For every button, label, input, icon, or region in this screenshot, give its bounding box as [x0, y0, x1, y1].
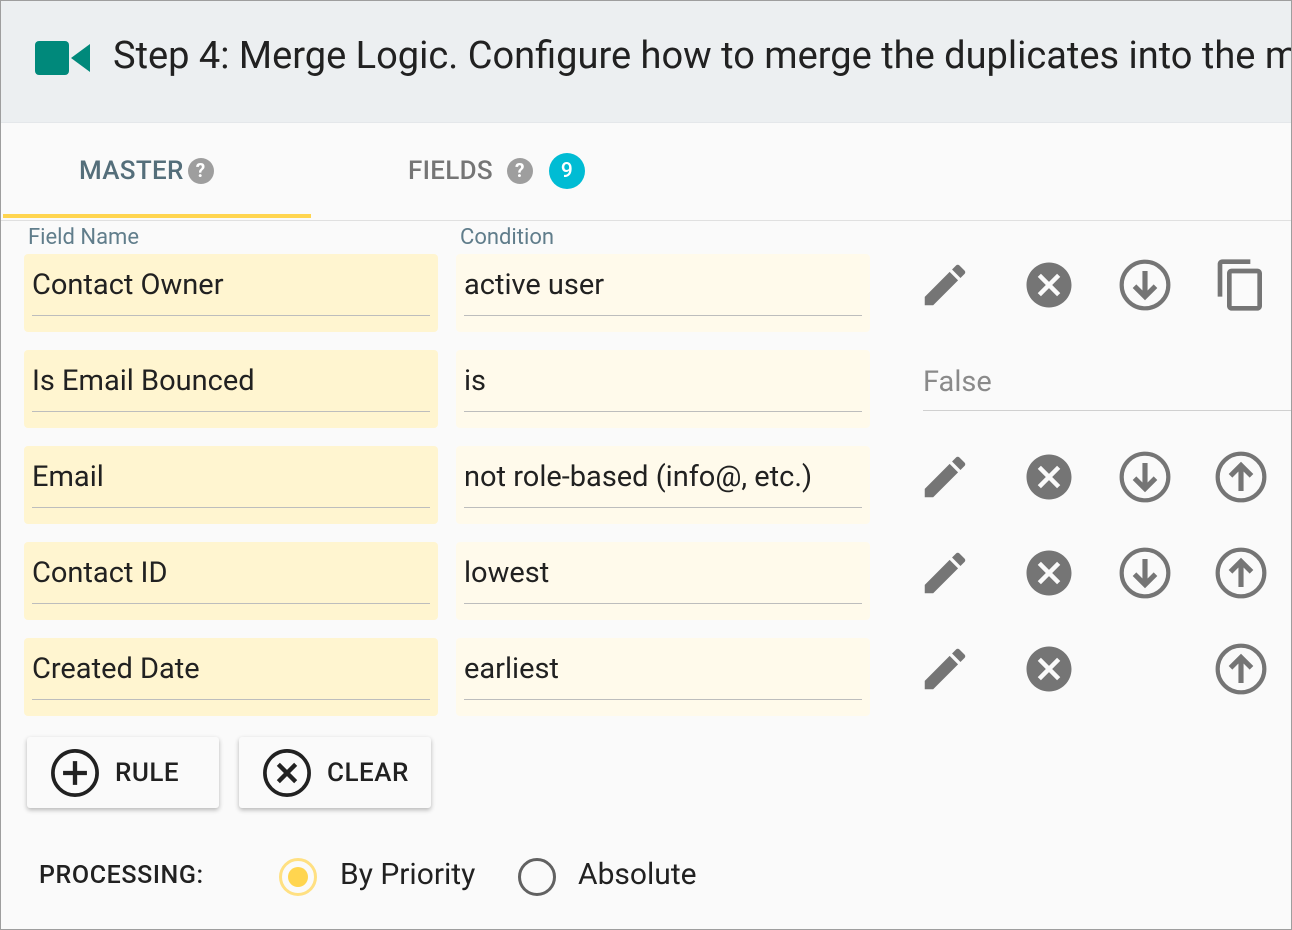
- value-underline: [923, 410, 1291, 411]
- condition-value: not role-based (info@, etc.): [464, 460, 813, 494]
- add-rule-button[interactable]: RULE: [27, 737, 219, 808]
- add-circle-icon: [51, 748, 99, 797]
- merge-logic-panel: Step 4: Merge Logic. Configure how to me…: [0, 0, 1292, 930]
- clear-circle-icon: [263, 748, 311, 797]
- field-name-select[interactable]: Is Email Bounced: [24, 350, 438, 428]
- move-up-icon[interactable]: [1213, 641, 1269, 697]
- field-name-column-label: Field Name: [28, 225, 140, 250]
- condition-select[interactable]: active user: [456, 254, 870, 332]
- tab-master-label: MASTER: [79, 156, 184, 186]
- field-name-value: Contact Owner: [32, 268, 224, 302]
- remove-icon[interactable]: [1021, 545, 1077, 601]
- move-up-icon[interactable]: [1213, 449, 1269, 505]
- clear-label: CLEAR: [327, 757, 409, 788]
- add-rule-label: RULE: [115, 757, 180, 788]
- edit-icon[interactable]: [917, 545, 973, 601]
- field-name-select[interactable]: Email: [24, 446, 438, 524]
- tab-master[interactable]: MASTER ?: [79, 122, 214, 220]
- field-name-value: Created Date: [32, 652, 200, 686]
- field-name-value: Is Email Bounced: [32, 364, 255, 398]
- radio-by-priority[interactable]: [278, 857, 318, 897]
- absolute-label[interactable]: Absolute: [578, 857, 697, 892]
- condition-select[interactable]: lowest: [456, 542, 870, 620]
- copy-icon[interactable]: [1213, 257, 1269, 313]
- condition-value: active user: [464, 268, 605, 302]
- condition-select[interactable]: earliest: [456, 638, 870, 716]
- move-down-icon[interactable]: [1117, 545, 1173, 601]
- radio-absolute[interactable]: [517, 857, 557, 897]
- help-icon[interactable]: ?: [506, 158, 533, 184]
- edit-icon[interactable]: [917, 257, 973, 313]
- condition-value-input[interactable]: False: [923, 365, 992, 399]
- field-name-select[interactable]: Contact ID: [24, 542, 438, 620]
- step-header: Step 4: Merge Logic. Configure how to me…: [1, 1, 1291, 123]
- condition-value: lowest: [464, 556, 550, 590]
- by-priority-label[interactable]: By Priority: [340, 857, 475, 892]
- remove-icon[interactable]: [1021, 641, 1077, 697]
- move-down-icon[interactable]: [1117, 257, 1173, 313]
- remove-icon[interactable]: [1021, 257, 1077, 313]
- fields-count-badge: 9: [548, 153, 585, 189]
- condition-value: earliest: [464, 652, 559, 686]
- active-tab-indicator: [3, 214, 311, 218]
- condition-value: is: [464, 364, 487, 398]
- field-name-value: Email: [32, 460, 104, 494]
- field-name-select[interactable]: Contact Owner: [24, 254, 438, 332]
- edit-icon[interactable]: [917, 641, 973, 697]
- condition-column-label: Condition: [460, 225, 555, 250]
- tab-fields-label: FIELDS: [408, 156, 493, 186]
- step-title: Step 4: Merge Logic. Configure how to me…: [113, 34, 1291, 78]
- tab-bar: MASTER ? FIELDS ? 9: [1, 122, 1291, 221]
- condition-select[interactable]: not role-based (info@, etc.): [456, 446, 870, 524]
- remove-icon[interactable]: [1021, 449, 1077, 505]
- move-down-icon[interactable]: [1117, 449, 1173, 505]
- processing-label: PROCESSING:: [39, 861, 204, 890]
- tab-fields[interactable]: FIELDS ? 9: [408, 122, 585, 220]
- clear-button[interactable]: CLEAR: [239, 737, 431, 808]
- field-name-value: Contact ID: [32, 556, 168, 590]
- video-camera-icon: [35, 41, 90, 75]
- condition-select[interactable]: is: [456, 350, 870, 428]
- field-name-select[interactable]: Created Date: [24, 638, 438, 716]
- help-icon[interactable]: ?: [187, 158, 214, 184]
- edit-icon[interactable]: [917, 449, 973, 505]
- move-up-icon[interactable]: [1213, 545, 1269, 601]
